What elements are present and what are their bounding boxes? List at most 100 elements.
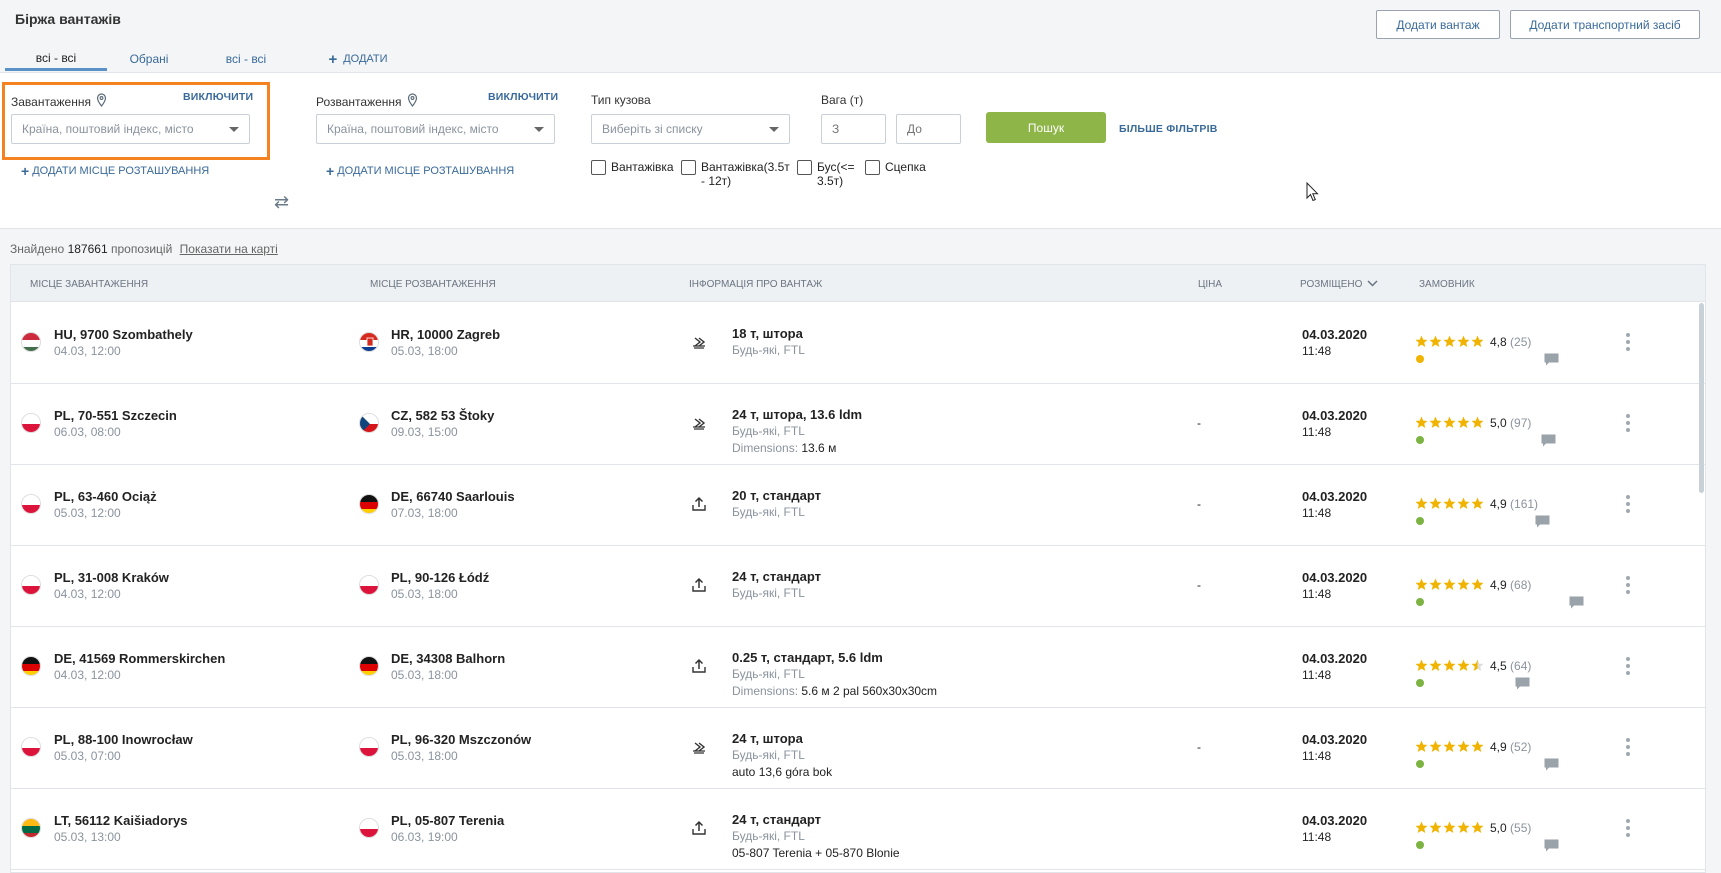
checkbox-box[interactable] [797, 160, 812, 175]
unloading-add-location-link[interactable]: + ДОДАТИ МІСЦЕ РОЗТАШУВАННЯ [326, 163, 514, 179]
more-options-icon[interactable] [1625, 819, 1631, 837]
column-price[interactable]: ЦІНА [1198, 279, 1222, 290]
chat-icon[interactable] [1569, 596, 1584, 612]
star-icon [1443, 497, 1456, 509]
table-row[interactable]: PL, 88-100 Inowrocław 05.03, 07:00 PL, 96-… [11, 708, 1705, 789]
chat-icon[interactable] [1544, 839, 1559, 855]
unloading-exclude-link[interactable]: ВИКЛЮЧИТИ [488, 91, 558, 103]
chat-icon[interactable] [1535, 515, 1550, 531]
chat-icon[interactable] [1541, 434, 1556, 450]
weight-from-input[interactable] [821, 114, 886, 144]
tab-add-button[interactable]: + ДОДАТИ [322, 47, 394, 71]
star-icon [1429, 821, 1442, 833]
cargo-info: 24 т, штора, 13.6 ldm [732, 407, 863, 422]
star-icon [1415, 335, 1428, 347]
star-icon [1443, 821, 1456, 833]
table-row[interactable]: HU, 9700 Szombathely 04.03, 12:00 HR, 1000… [11, 303, 1705, 384]
table-row[interactable]: DE, 41569 Rommerskirchen 04.03, 12:00 DE, … [11, 627, 1705, 708]
add-vehicle-button[interactable]: Додати транспортний засіб [1510, 10, 1700, 39]
table-row[interactable]: LT, 56112 Kaišiadorys 05.03, 13:00 PL, 05-… [11, 789, 1705, 870]
column-cargo[interactable]: ІНФОРМАЦІЯ ПРО ВАНТАЖ [689, 279, 822, 290]
checkbox-box[interactable] [681, 160, 696, 175]
checkbox-box[interactable] [591, 160, 606, 175]
more-filters-link[interactable]: БІЛЬШЕ ФІЛЬТРІВ [1119, 123, 1218, 135]
checkbox-box[interactable] [865, 160, 880, 175]
loading-place[interactable]: HU, 9700 Szombathely [54, 327, 193, 342]
tab-all-all-2[interactable]: всі - всі [215, 47, 277, 71]
star-icon [1443, 659, 1456, 671]
results-summary: Знайдено 187661 пропозицій Показати на к… [10, 242, 278, 256]
weight-to-input[interactable] [896, 114, 961, 144]
unloading-place[interactable]: HR, 10000 Zagreb [391, 327, 500, 342]
swap-icon[interactable]: ⇄ [274, 192, 289, 213]
chat-icon[interactable] [1544, 353, 1559, 369]
cargo-extra: 05-807 Terenia + 05-870 Blonie [732, 846, 900, 860]
posted-time: 11:48 [1302, 425, 1332, 439]
loading-add-location-link[interactable]: + ДОДАТИ МІСЦЕ РОЗТАШУВАННЯ [21, 163, 209, 179]
status-dot [1416, 760, 1424, 768]
column-customer[interactable]: ЗАМОВНИК [1419, 279, 1475, 290]
rating-stars [1415, 740, 1485, 753]
loading-place[interactable]: LT, 56112 Kaišiadorys [54, 813, 187, 828]
loading-place[interactable]: DE, 41569 Rommerskirchen [54, 651, 225, 666]
header: Біржа вантажів Додати вантаж Додати тран… [0, 0, 1721, 72]
star-icon [1415, 497, 1428, 509]
loading-place[interactable]: PL, 70-551 Szczecin [54, 408, 177, 423]
star-icon [1443, 740, 1456, 752]
side-load-icon [691, 739, 707, 758]
table-row[interactable]: PL, 63-460 Ociąż 05.03, 12:00 DE, 66740 Sa… [11, 465, 1705, 546]
posted-time: 11:48 [1302, 830, 1332, 844]
more-options-icon[interactable] [1625, 576, 1631, 594]
show-on-map-link[interactable]: Показати на карті [180, 242, 278, 256]
unloading-place[interactable]: CZ, 582 53 Štoky [391, 408, 494, 423]
more-options-icon[interactable] [1625, 333, 1631, 351]
unloading-place[interactable]: PL, 90-126 Łódź [391, 570, 489, 585]
unloading-place[interactable]: DE, 34308 Balhorn [391, 651, 505, 666]
column-posted[interactable]: РОЗМІЩЕНО [1300, 279, 1378, 290]
loading-place[interactable]: PL, 63-460 Ociąż [54, 489, 157, 504]
flag-icon [21, 332, 41, 352]
loading-date: 05.03, 13:00 [54, 830, 121, 844]
search-button[interactable]: Пошук [986, 112, 1106, 143]
add-cargo-button[interactable]: Додати вантаж [1376, 10, 1500, 39]
table-row[interactable]: PL, 70-551 Szczecin 06.03, 08:00 CZ, 582 5… [11, 384, 1705, 465]
more-options-icon[interactable] [1625, 657, 1631, 675]
status-dot [1416, 517, 1424, 525]
star-icon [1415, 578, 1428, 590]
vehicle-type-truck-checkbox[interactable]: Вантажівка [591, 160, 674, 175]
column-unloading[interactable]: МІСЦЕ РОЗВАНТАЖЕННЯ [370, 279, 496, 290]
star-icon [1471, 578, 1484, 590]
found-prefix: Знайдено [10, 242, 65, 256]
loading-place[interactable]: PL, 31-008 Kraków [54, 570, 169, 585]
more-options-icon[interactable] [1625, 495, 1631, 513]
cargo-type: Будь-які, FTL [732, 505, 805, 519]
star-icon [1471, 659, 1484, 671]
column-loading[interactable]: МІСЦЕ ЗАВАНТАЖЕННЯ [30, 279, 148, 290]
star-icon [1457, 821, 1470, 833]
posted-date: 04.03.2020 [1302, 651, 1368, 666]
tab-favorites[interactable]: Обрані [120, 47, 178, 71]
unloading-place[interactable]: PL, 96-320 Mszczonów [391, 732, 531, 747]
chevron-down-icon [534, 127, 544, 132]
scrollbar[interactable] [1699, 303, 1704, 493]
more-options-icon[interactable] [1625, 414, 1631, 432]
more-options-icon[interactable] [1625, 738, 1631, 756]
chat-icon[interactable] [1515, 677, 1530, 693]
unloading-placeholder: Країна, поштовий індекс, місто [327, 122, 499, 136]
status-dot [1416, 436, 1424, 444]
vehicle-type-trailer-checkbox[interactable]: Сцепка [865, 160, 926, 175]
star-icon [1415, 740, 1428, 752]
rating-stars [1415, 821, 1485, 834]
table-row[interactable]: PL, 31-008 Kraków 04.03, 12:00 PL, 90-126 … [11, 546, 1705, 627]
unloading-place[interactable]: PL, 05-807 Terenia [391, 813, 504, 828]
location-pin-icon [407, 93, 418, 110]
chat-icon[interactable] [1544, 758, 1559, 774]
unloading-place[interactable]: DE, 66740 Saarlouis [391, 489, 515, 504]
tab-all-all[interactable]: всі - всі [5, 47, 107, 71]
loading-place[interactable]: PL, 88-100 Inowrocław [54, 732, 193, 747]
vehicle-type-medium-truck-checkbox[interactable]: Вантажівка(3.5т - 12т) [681, 160, 790, 188]
vehicle-type-van-checkbox[interactable]: Бус(<= 3.5т) [797, 160, 855, 188]
unloading-location-input[interactable]: Країна, поштовий індекс, місто [316, 114, 555, 144]
body-type-select[interactable]: Виберіть зі списку [591, 114, 790, 144]
flag-icon [359, 413, 379, 433]
